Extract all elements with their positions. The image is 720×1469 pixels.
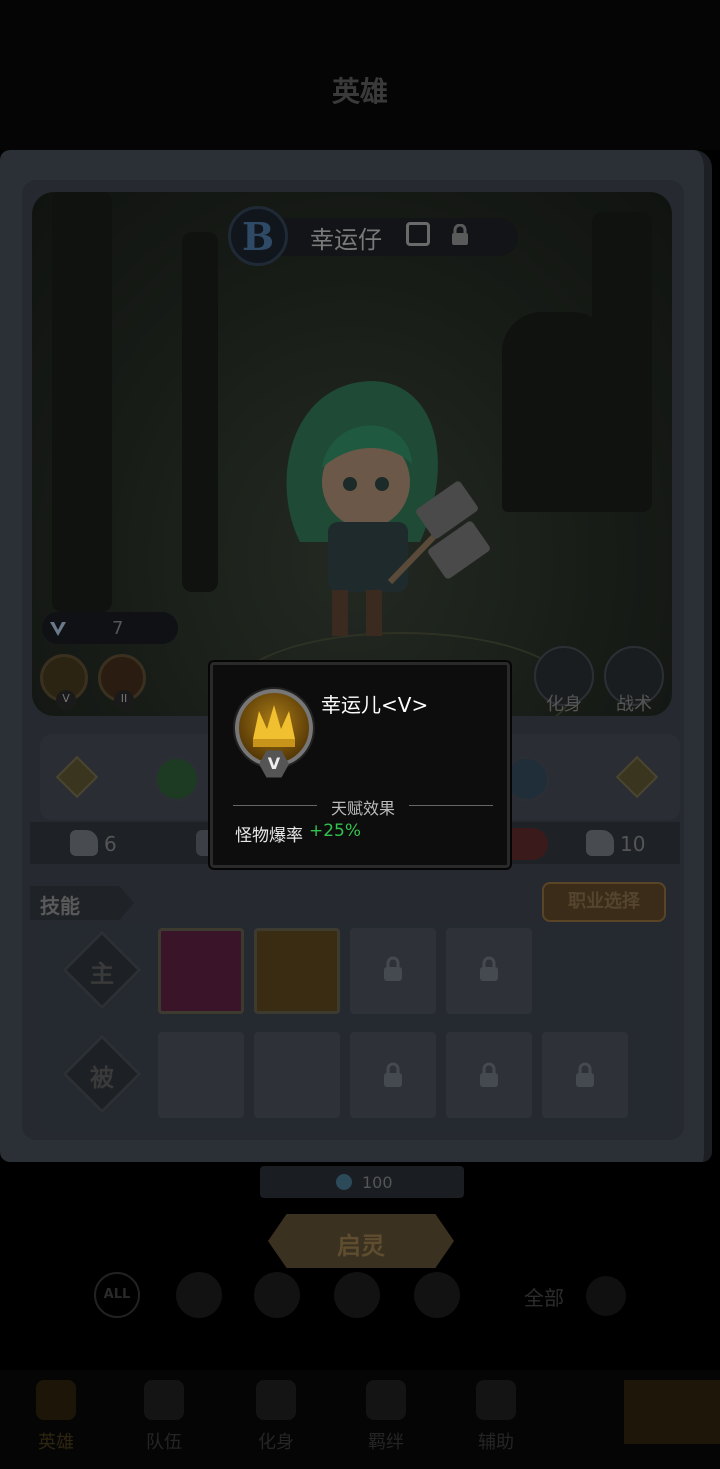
talent-section-title: 天赋效果 <box>330 799 395 818</box>
active-skill-slot-1[interactable] <box>158 928 244 1014</box>
nav-item-avatar[interactable]: 化身 <box>226 1380 326 1460</box>
next-arrow-button[interactable] <box>624 1380 720 1444</box>
filter-support-icon[interactable] <box>334 1272 380 1318</box>
talent-tooltip: V 幸运儿<V> 天赋效果 怪物爆率 +25% <box>210 662 510 868</box>
spirit-orb-icon <box>336 1174 352 1190</box>
filter-warrior-icon[interactable] <box>176 1272 222 1318</box>
nav-item-hero[interactable]: 英雄 <box>6 1380 106 1460</box>
right-gem-icon <box>615 755 659 799</box>
nav-label: 英雄 <box>38 1432 74 1453</box>
nav-label: 化身 <box>258 1432 294 1453</box>
nav-item-team[interactable]: 队伍 <box>114 1380 214 1460</box>
hero-nav-icon <box>36 1380 76 1420</box>
avatar-nav-icon <box>256 1380 296 1420</box>
team-nav-icon <box>144 1380 184 1420</box>
support-nav-icon <box>476 1380 516 1420</box>
section-divider <box>409 805 493 806</box>
water-element-icon[interactable] <box>504 756 550 802</box>
tree-silhouette <box>182 232 218 592</box>
lock-icon <box>384 956 402 981</box>
active-skill-slot-2[interactable] <box>254 928 340 1014</box>
left-gem-icon <box>55 755 99 799</box>
hero-name-plate: B 幸运仔 <box>228 206 518 266</box>
passive-skill-slot-1[interactable] <box>158 1032 244 1118</box>
wind-element-icon[interactable] <box>154 756 200 802</box>
talent-effect-value: +25% <box>309 821 362 841</box>
fist-icon <box>70 830 98 856</box>
filter-tank-icon[interactable] <box>414 1272 460 1318</box>
awaken-button-label: 启灵 <box>337 1232 385 1260</box>
nav-item-support[interactable]: 辅助 <box>446 1380 546 1460</box>
talent-section-header: 天赋效果 <box>233 795 493 818</box>
passive-skill-slot-2[interactable] <box>254 1032 340 1118</box>
tree-silhouette <box>592 212 652 512</box>
lock-icon <box>384 1062 402 1087</box>
talent-mark-1: V <box>56 690 76 710</box>
level-icon <box>50 622 66 636</box>
talent-title: 幸运儿<V> <box>321 693 429 717</box>
awaken-cost-value: 100 <box>362 1173 393 1192</box>
rank-badge: B <box>228 206 288 266</box>
skills-label: 技能 <box>40 894 80 918</box>
lock-icon <box>576 1062 594 1087</box>
talent-effect-label: 怪物爆率 <box>235 826 303 846</box>
passive-row-label: 被 <box>90 1064 114 1092</box>
top-bar: 英雄 <box>0 0 720 150</box>
lock-icon <box>480 1062 498 1087</box>
hero-character[interactable] <box>270 372 490 652</box>
nav-label: 队伍 <box>146 1432 182 1453</box>
job-select-button[interactable]: 职业选择 <box>542 882 666 922</box>
active-row-label: 主 <box>90 960 114 988</box>
chevron-up-icon[interactable] <box>586 1276 626 1316</box>
hero-name: 幸运仔 <box>310 226 382 254</box>
nav-item-bond[interactable]: 羁绊 <box>336 1380 436 1460</box>
filter-mystery-icon[interactable] <box>254 1272 300 1318</box>
lock-icon[interactable] <box>450 224 470 246</box>
filter-all-button[interactable]: ALL <box>94 1272 140 1318</box>
page-title: 英雄 <box>331 75 388 108</box>
avatar-button-label: 化身 <box>546 694 582 715</box>
nav-label: 羁绊 <box>368 1432 404 1453</box>
tree-silhouette <box>52 192 112 612</box>
tactics-button-label: 战术 <box>616 694 652 715</box>
sort-filter-label[interactable]: 全部 <box>524 1282 564 1311</box>
edit-icon[interactable] <box>406 222 430 246</box>
lock-icon <box>480 956 498 981</box>
nav-label: 辅助 <box>478 1432 514 1453</box>
strength-stat-value: 10 <box>620 832 646 856</box>
bond-nav-icon <box>366 1380 406 1420</box>
attack-stat-value: 6 <box>104 832 117 856</box>
hero-level-value: 7 <box>112 618 124 639</box>
talent-mark-2: II <box>114 690 134 710</box>
arm-icon <box>586 830 614 856</box>
